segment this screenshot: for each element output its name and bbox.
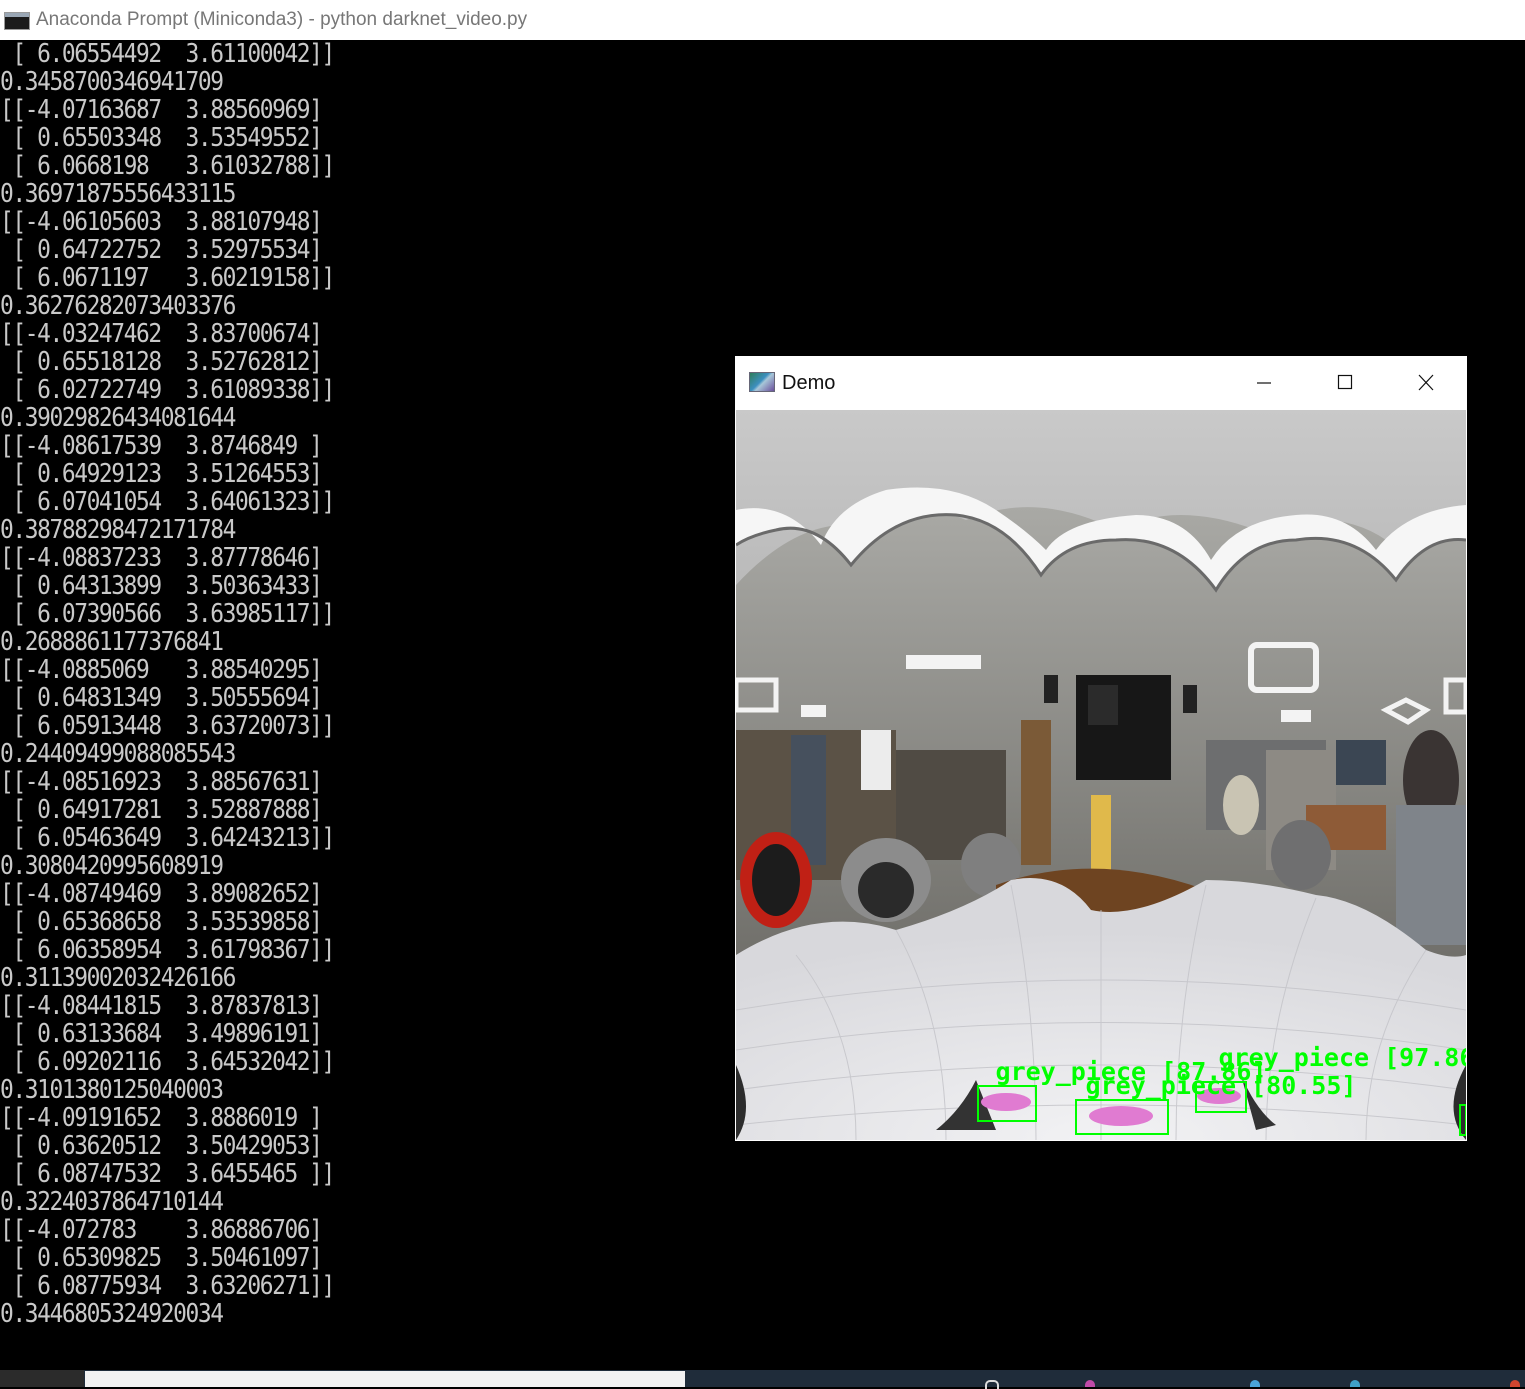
console-line: [[-4.08516923 3.88567631] [0, 767, 323, 797]
console-line: [ 6.0668198 3.61032788]] [0, 151, 335, 181]
detection-label: grey_piece [80.55] [1086, 1071, 1357, 1100]
taskbar-app-icon[interactable] [1510, 1380, 1520, 1387]
console-line: [ 0.63620512 3.50429053] [0, 1131, 323, 1161]
console-line: 0.36276282073403376 [0, 291, 236, 321]
minimize-button[interactable] [1242, 369, 1286, 397]
console-line: [ 6.02722749 3.61089338]] [0, 375, 335, 405]
console-line: [ 6.07041054 3.64061323]] [0, 487, 335, 517]
console-line: [ 6.08747532 3.6455465 ]] [0, 1159, 335, 1189]
close-button[interactable] [1404, 369, 1448, 397]
console-line: [ 6.05463649 3.64243213]] [0, 823, 335, 853]
demo-title-bar[interactable]: Demo [735, 356, 1467, 410]
console-line: [ 0.63133684 3.49896191] [0, 1019, 323, 1049]
console-text: [ 6.06554492 3.61100042]] 0.345870034694… [0, 39, 335, 1329]
console-line: [ 6.06358954 3.61798367]] [0, 935, 335, 965]
console-line: [[-4.0885069 3.88540295] [0, 655, 323, 685]
console-line: [[-4.08837233 3.87778646] [0, 543, 323, 573]
taskbar-app-icon[interactable] [985, 1380, 999, 1389]
console-line: 0.3224037864710144 [0, 1187, 224, 1217]
console-line: 0.3080420995608919 [0, 851, 224, 881]
command-prompt-icon [4, 12, 30, 30]
console-title-bar[interactable]: Anaconda Prompt (Miniconda3) - python da… [0, 0, 1525, 40]
console-line: [[-4.09191652 3.8886019 ] [0, 1103, 323, 1133]
console-line: 0.3458700346941709 [0, 67, 224, 97]
video-frame: grey_piece [97.86] grey_piece [87.86] gr… [736, 410, 1466, 1140]
console-line: [ 0.64831349 3.50555694] [0, 683, 323, 713]
panorama-image: grey_piece [97.86] grey_piece [87.86] gr… [736, 410, 1466, 1140]
console-line: [ 0.65503348 3.53549552] [0, 123, 323, 153]
minimize-icon [1257, 382, 1271, 384]
console-line: [[-4.08441815 3.87837813] [0, 991, 323, 1021]
console-line: 0.3446805324920034 [0, 1299, 224, 1329]
demo-window-title: Demo [782, 372, 836, 394]
console-line: [ 0.65368658 3.53539858] [0, 907, 323, 937]
console-line: 0.3101380125040003 [0, 1075, 224, 1105]
console-line: [[-4.03247462 3.83700674] [0, 319, 323, 349]
console-line: [[-4.08749469 3.89082652] [0, 879, 323, 909]
console-line: [ 6.09202116 3.64532042]] [0, 1047, 335, 1077]
taskbar-app-icon[interactable] [1250, 1380, 1260, 1387]
demo-window[interactable]: Demo grey_piece [97.86] grey_piece [87.8… [735, 356, 1467, 1141]
console-window-title: Anaconda Prompt (Miniconda3) - python da… [36, 9, 528, 30]
console-line: 0.36971875556433115 [0, 179, 236, 209]
game-piece [1089, 1106, 1153, 1126]
taskbar [0, 1370, 1525, 1389]
taskbar-search[interactable] [85, 1371, 685, 1387]
console-line: 0.31139002032426166 [0, 963, 236, 993]
console-line: 0.38788298472171784 [0, 515, 236, 545]
console-line: 0.39029826434081644 [0, 403, 236, 433]
taskbar-app-icon[interactable] [1350, 1380, 1360, 1387]
game-piece [981, 1093, 1031, 1111]
maximize-button[interactable] [1323, 369, 1367, 397]
console-line: [[-4.072783 3.86886706] [0, 1215, 323, 1245]
console-line: [[-4.08617539 3.8746849 ] [0, 431, 323, 461]
console-line: [ 6.05913448 3.63720073]] [0, 711, 335, 741]
console-line: [ 0.64313899 3.50363433] [0, 571, 323, 601]
console-line: [ 0.65309825 3.50461097] [0, 1243, 323, 1273]
console-line: [ 0.64722752 3.52975534] [0, 235, 323, 265]
opencv-window-icon [749, 372, 775, 392]
maximize-icon [1337, 374, 1353, 390]
console-line: 0.24409499088085543 [0, 739, 236, 769]
console-line: [ 6.06554492 3.61100042]] [0, 39, 335, 69]
close-icon [1418, 374, 1434, 391]
console-line: [ 6.07390566 3.63985117]] [0, 599, 335, 629]
console-line: [ 0.64929123 3.51264553] [0, 459, 323, 489]
console-line: [ 6.08775934 3.63206271]] [0, 1271, 335, 1301]
console-line: [[-4.06105603 3.88107948] [0, 207, 323, 237]
console-line: 0.2688861177376841 [0, 627, 224, 657]
console-line: [ 0.64917281 3.52887888] [0, 795, 323, 825]
taskbar-app-icon[interactable] [1085, 1380, 1095, 1387]
console-line: [ 0.65518128 3.52762812] [0, 347, 323, 377]
console-line: [[-4.07163687 3.88560969] [0, 95, 323, 125]
console-line: [ 6.0671197 3.60219158]] [0, 263, 335, 293]
start-button[interactable] [0, 1370, 84, 1387]
